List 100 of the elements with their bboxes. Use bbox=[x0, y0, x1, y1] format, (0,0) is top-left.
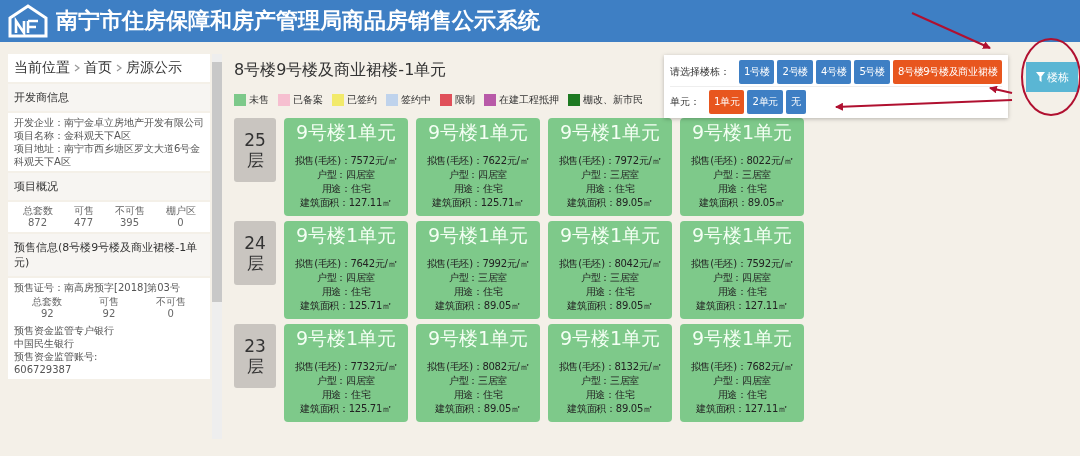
room-card[interactable]: 9号楼1单元 拟售(毛坯)：7972元/㎡ 户型：三居室 用途：住宅 建筑面积：89.05㎡ bbox=[548, 118, 672, 216]
option-button[interactable]: 5号楼 bbox=[854, 59, 890, 84]
info-label: 预售资金监管账号: bbox=[14, 350, 99, 363]
room-title: 9号楼1单元 bbox=[295, 326, 397, 350]
stat-label: 不可售 bbox=[155, 296, 186, 308]
room-detail: 建筑面积：89.05㎡ bbox=[567, 299, 653, 313]
room-title: 9号楼1单元 bbox=[295, 223, 397, 247]
option-button[interactable]: 无 bbox=[785, 89, 806, 114]
room-detail: 建筑面积：89.05㎡ bbox=[435, 402, 521, 416]
room-detail: 建筑面积：89.05㎡ bbox=[567, 402, 653, 416]
floor-label: 25层 bbox=[234, 118, 276, 182]
floor-label: 23层 bbox=[234, 324, 276, 388]
stat-value: 0 bbox=[167, 308, 174, 320]
room-detail: 拟售(毛坯)：7572元/㎡ bbox=[294, 154, 398, 168]
room-card[interactable]: 9号楼1单元 拟售(毛坯)：8082元/㎡ 户型：三居室 用途：住宅 建筑面积：89.05㎡ bbox=[416, 324, 540, 422]
room-card[interactable]: 9号楼1单元 拟售(毛坯)：8132元/㎡ 户型：三居室 用途：住宅 建筑面积：89.05㎡ bbox=[548, 324, 672, 422]
room-card[interactable]: 9号楼1单元 拟售(毛坯)：7592元/㎡ 户型：四居室 用途：住宅 建筑面积：127.11㎡ bbox=[680, 221, 804, 319]
room-detail: 拟售(毛坯)：7972元/㎡ bbox=[558, 154, 662, 168]
room-detail: 拟售(毛坯)：8022元/㎡ bbox=[690, 154, 794, 168]
account-number: 606729387 bbox=[14, 363, 73, 376]
room-title: 9号楼1单元 bbox=[295, 120, 397, 144]
scrollbar[interactable] bbox=[212, 54, 222, 439]
bank-name: 中国民生银行 bbox=[14, 337, 75, 350]
option-button[interactable]: 1号楼 bbox=[739, 59, 775, 84]
room-title: 9号楼1单元 bbox=[691, 120, 793, 144]
info-label: 预售资金监管专户银行 bbox=[14, 324, 115, 337]
room-card[interactable]: 9号楼1单元 拟售(毛坯)：7642元/㎡ 户型：四居室 用途：住宅 建筑面积：125.71㎡ bbox=[284, 221, 408, 319]
room-detail: 户型：三居室 bbox=[580, 168, 640, 182]
room-card[interactable]: 9号楼1单元 拟售(毛坯)：8022元/㎡ 户型：三居室 用途：住宅 建筑面积：89.05㎡ bbox=[680, 118, 804, 216]
room-detail: 用途：住宅 bbox=[321, 388, 371, 402]
building-title: 8号楼9号楼及商业裙楼-1单元 bbox=[234, 59, 447, 81]
house-logo-icon bbox=[6, 4, 50, 38]
room-detail: 用途：住宅 bbox=[585, 182, 635, 196]
option-button[interactable]: 8号楼9号楼及商业裙楼 bbox=[892, 59, 1003, 84]
room-title: 9号楼1单元 bbox=[559, 326, 661, 350]
room-card[interactable]: 9号楼1单元 拟售(毛坯)：8042元/㎡ 户型：三居室 用途：住宅 建筑面积：89.05㎡ bbox=[548, 221, 672, 319]
room-detail: 用途：住宅 bbox=[585, 285, 635, 299]
option-button[interactable]: 2单元 bbox=[747, 89, 783, 114]
room-detail: 户型：四居室 bbox=[448, 168, 508, 182]
room-detail: 用途：住宅 bbox=[321, 182, 371, 196]
room-detail: 拟售(毛坯)：8042元/㎡ bbox=[558, 257, 662, 271]
room-detail: 户型：三居室 bbox=[580, 374, 640, 388]
info-text: 项目地址：南宁市西乡塘区罗文大道6号金科观天下A区 bbox=[14, 142, 202, 168]
room-detail: 建筑面积：127.11㎡ bbox=[696, 299, 788, 313]
info-text: 开发企业：南宁金卓立房地产开发有限公司 bbox=[14, 116, 204, 129]
room-detail: 户型：三居室 bbox=[448, 374, 508, 388]
stat-value: 395 bbox=[119, 217, 140, 229]
room-detail: 建筑面积：89.05㎡ bbox=[699, 196, 785, 210]
option-button[interactable]: 4号楼 bbox=[815, 59, 852, 84]
room-detail: 建筑面积：125.71㎡ bbox=[300, 402, 392, 416]
room-detail: 用途：住宅 bbox=[717, 285, 767, 299]
room-detail: 拟售(毛坯)：8082元/㎡ bbox=[426, 360, 530, 374]
room-detail: 拟售(毛坯)：7992元/㎡ bbox=[426, 257, 530, 271]
site-title: 南宁市住房保障和房产管理局商品房销售公示系统 bbox=[56, 7, 540, 35]
room-title: 9号楼1单元 bbox=[559, 120, 661, 144]
room-detail: 拟售(毛坯)：7592元/㎡ bbox=[690, 257, 794, 271]
room-detail: 户型：四居室 bbox=[316, 168, 376, 182]
room-card[interactable]: 9号楼1单元 拟售(毛坯)：7732元/㎡ 户型：四居室 用途：住宅 建筑面积：125.71㎡ bbox=[284, 324, 408, 422]
room-title: 9号楼1单元 bbox=[559, 223, 661, 247]
room-detail: 户型：三居室 bbox=[580, 271, 640, 285]
stat-value: 872 bbox=[27, 217, 48, 229]
room-detail: 户型：四居室 bbox=[712, 271, 772, 285]
stat-label: 可售 bbox=[99, 296, 119, 308]
legend-label: 已签约 bbox=[347, 93, 377, 107]
stat-value: 92 bbox=[102, 308, 116, 320]
room-title: 9号楼1单元 bbox=[691, 223, 793, 247]
room-detail: 建筑面积：127.11㎡ bbox=[696, 402, 788, 416]
room-title: 9号楼1单元 bbox=[691, 326, 793, 350]
room-detail: 拟售(毛坯)：7732元/㎡ bbox=[294, 360, 398, 374]
room-detail: 户型：三居室 bbox=[448, 271, 508, 285]
room-detail: 用途：住宅 bbox=[585, 388, 635, 402]
stat-label: 不可售 bbox=[114, 205, 145, 217]
stat-value: 477 bbox=[73, 217, 94, 229]
breadcrumb-link[interactable]: 房源公示 bbox=[126, 59, 182, 77]
room-card[interactable]: 9号楼1单元 拟售(毛坯)：7622元/㎡ 户型：四居室 用途：住宅 建筑面积：125.71㎡ bbox=[416, 118, 540, 216]
room-title: 9号楼1单元 bbox=[427, 223, 529, 247]
room-card[interactable]: 9号楼1单元 拟售(毛坯)：7572元/㎡ 户型：四居室 用途：住宅 建筑面积：127.11㎡ bbox=[284, 118, 408, 216]
legend-label: 签约中 bbox=[401, 93, 431, 107]
scrollbar-thumb[interactable] bbox=[212, 62, 222, 302]
stat-label: 棚户区 bbox=[165, 205, 196, 217]
filter-icon bbox=[1035, 72, 1045, 82]
info-text: 项目名称：金科观天下A区 bbox=[14, 129, 132, 142]
selector-label: 单元： bbox=[670, 94, 700, 109]
stat-label: 总套数 bbox=[22, 205, 53, 217]
room-detail: 建筑面积：89.05㎡ bbox=[435, 299, 521, 313]
room-detail: 拟售(毛坯)：7682元/㎡ bbox=[690, 360, 794, 374]
room-detail: 用途：住宅 bbox=[453, 182, 503, 196]
option-button[interactable]: 1单元 bbox=[709, 89, 745, 114]
stat-label: 可售 bbox=[73, 205, 94, 217]
breadcrumb-link[interactable]: 首页 bbox=[84, 59, 112, 77]
section-heading: 项目概况 bbox=[8, 173, 210, 200]
legend-label: 未售 bbox=[249, 93, 269, 107]
room-detail: 建筑面积：89.05㎡ bbox=[567, 196, 653, 210]
chevron-icon bbox=[116, 64, 122, 72]
room-title: 9号楼1单元 bbox=[427, 120, 529, 144]
floor-label: 24层 bbox=[234, 221, 276, 285]
option-button[interactable]: 2号楼 bbox=[777, 59, 813, 84]
room-card[interactable]: 9号楼1单元 拟售(毛坯)：7992元/㎡ 户型：三居室 用途：住宅 建筑面积：89.05㎡ bbox=[416, 221, 540, 319]
room-detail: 用途：住宅 bbox=[717, 182, 767, 196]
room-card[interactable]: 9号楼1单元 拟售(毛坯)：7682元/㎡ 户型：四居室 用途：住宅 建筑面积：127.11㎡ bbox=[680, 324, 804, 422]
